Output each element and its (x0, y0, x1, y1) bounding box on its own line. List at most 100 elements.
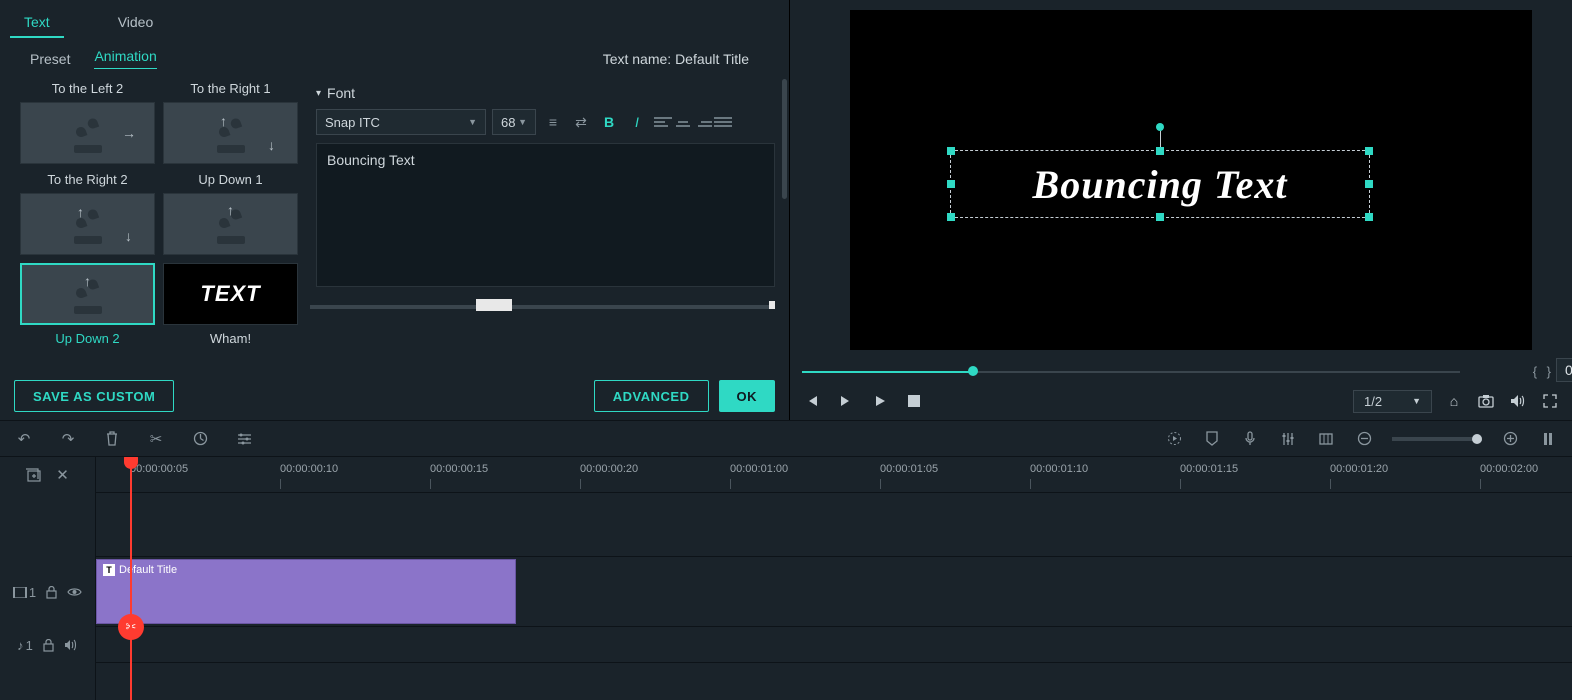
font-size-select[interactable]: 68▼ (492, 109, 536, 135)
preset-label: Up Down 2 (55, 331, 119, 346)
preview-scrubber[interactable] (802, 362, 1460, 382)
lock-icon[interactable] (46, 586, 57, 599)
preset-label: To the Left 2 (52, 81, 124, 96)
title-clip[interactable]: T Default Title (96, 559, 516, 624)
clip-title: Default Title (119, 564, 177, 576)
display-icon[interactable]: ⌂ (1444, 391, 1464, 411)
add-track-icon[interactable] (23, 465, 43, 485)
preset-up-down-2[interactable]: ↑ (20, 263, 155, 325)
voiceover-icon[interactable] (1240, 429, 1260, 449)
text-selection-box[interactable]: Bouncing Text (950, 150, 1370, 218)
ruler-tick: 00:00:01:20 (1330, 463, 1388, 475)
preset-label: Wham! (210, 331, 251, 346)
stop-button[interactable] (904, 391, 924, 411)
prev-frame-button[interactable] (802, 391, 822, 411)
adjust-icon[interactable] (234, 429, 254, 449)
link-icon[interactable]: ✕ (53, 465, 73, 485)
align-center-button[interactable] (674, 113, 692, 131)
save-as-custom-button[interactable]: SAVE AS CUSTOM (14, 380, 174, 412)
resize-handle[interactable] (1365, 180, 1373, 188)
redo-button[interactable]: ↷ (58, 429, 78, 449)
subtab-preset[interactable]: Preset (30, 51, 70, 67)
mixer-icon[interactable] (1278, 429, 1298, 449)
resize-handle[interactable] (947, 213, 955, 221)
ok-button[interactable]: OK (719, 380, 776, 412)
resize-handle[interactable] (1156, 213, 1164, 221)
lock-icon[interactable] (43, 639, 54, 652)
preview-canvas[interactable]: Bouncing Text (850, 10, 1532, 350)
font-section-label: Font (327, 85, 355, 101)
bold-button[interactable]: B (598, 111, 620, 133)
chevron-down-icon: ▾ (316, 88, 321, 99)
preset-label: To the Right 1 (190, 81, 270, 96)
font-family-value: Snap ITC (325, 115, 380, 130)
split-button[interactable]: ✂ (146, 429, 166, 449)
timecode-display[interactable]: 00:00:00:05 (1556, 358, 1572, 382)
zoom-slider[interactable] (1392, 437, 1482, 441)
ruler-tick: 00:00:00:10 (280, 463, 338, 475)
undo-button[interactable]: ↶ (14, 429, 34, 449)
preset-to-the-right-2[interactable]: ↑↓ (20, 193, 155, 255)
mute-icon[interactable] (64, 639, 78, 651)
zoom-out-button[interactable] (1354, 429, 1374, 449)
align-right-button[interactable] (694, 113, 712, 131)
audio-track[interactable] (96, 627, 1572, 663)
line-spacing-icon[interactable]: ≡ (542, 111, 564, 133)
italic-button[interactable]: I (626, 111, 648, 133)
resize-handle[interactable] (1365, 147, 1373, 155)
playhead[interactable] (130, 457, 132, 700)
ruler-tick: 00:00:01:10 (1030, 463, 1088, 475)
crop-icon[interactable] (1316, 429, 1336, 449)
delete-button[interactable] (102, 429, 122, 449)
audio-track-header[interactable]: ♪1 (0, 627, 95, 663)
preset-to-the-left-2[interactable]: → (20, 102, 155, 164)
ruler-tick: 00:00:00:20 (580, 463, 638, 475)
resize-handle[interactable] (1365, 213, 1373, 221)
resize-handle[interactable] (947, 147, 955, 155)
tab-text[interactable]: Text (10, 8, 64, 38)
video-track[interactable]: TDefault Title ✂ (96, 557, 1572, 627)
volume-icon[interactable] (1508, 391, 1528, 411)
preset-up-down-1[interactable]: ↑ (163, 193, 298, 255)
eye-icon[interactable] (67, 587, 82, 597)
tab-video[interactable]: Video (104, 8, 168, 38)
video-track-header[interactable]: 1 (0, 557, 95, 627)
playback-quality-select[interactable]: 1/2▼ (1353, 390, 1432, 413)
section-font[interactable]: ▾ Font (316, 85, 775, 101)
preset-to-the-right-1[interactable]: ↑↓ (163, 102, 298, 164)
play-button[interactable] (870, 391, 890, 411)
chevron-down-icon: ▼ (518, 117, 527, 127)
timeline-ruler[interactable]: 00:00:00:05 00:00:00:10 00:00:00:15 00:0… (96, 457, 1572, 493)
marker-icon[interactable] (1202, 429, 1222, 449)
font-family-select[interactable]: Snap ITC▼ (316, 109, 486, 135)
preset-wham[interactable]: TEXT (163, 263, 298, 325)
text-clip-icon: T (103, 564, 115, 576)
char-spacing-icon[interactable]: ⇄ (570, 111, 592, 133)
scrollbar[interactable] (782, 79, 787, 199)
speed-button[interactable] (190, 429, 210, 449)
zoom-fit-button[interactable] (1538, 429, 1558, 449)
subtab-animation[interactable]: Animation (94, 48, 156, 69)
preset-label: To the Right 2 (47, 172, 127, 187)
resize-handle[interactable] (1156, 147, 1164, 155)
next-frame-button[interactable] (836, 391, 856, 411)
rotate-handle[interactable] (1156, 123, 1164, 131)
chevron-down-icon: ▼ (1412, 396, 1421, 406)
resize-handle[interactable] (947, 180, 955, 188)
ruler-tick: 00:00:00:05 (130, 463, 188, 475)
render-icon[interactable] (1164, 429, 1184, 449)
track-number: 1 (26, 638, 33, 653)
preset-label: Up Down 1 (198, 172, 262, 187)
align-left-button[interactable] (654, 113, 672, 131)
fullscreen-icon[interactable] (1540, 391, 1560, 411)
horizontal-scrollbar[interactable] (316, 295, 775, 317)
text-content-input[interactable]: Bouncing Text (316, 143, 775, 287)
ruler-tick: 00:00:01:05 (880, 463, 938, 475)
snapshot-icon[interactable] (1476, 391, 1496, 411)
advanced-button[interactable]: ADVANCED (594, 380, 709, 412)
preview-text: Bouncing Text (1033, 161, 1288, 208)
ruler-tick: 00:00:01:15 (1180, 463, 1238, 475)
ruler-tick: 00:00:01:00 (730, 463, 788, 475)
align-justify-button[interactable] (714, 113, 732, 131)
zoom-in-button[interactable] (1500, 429, 1520, 449)
